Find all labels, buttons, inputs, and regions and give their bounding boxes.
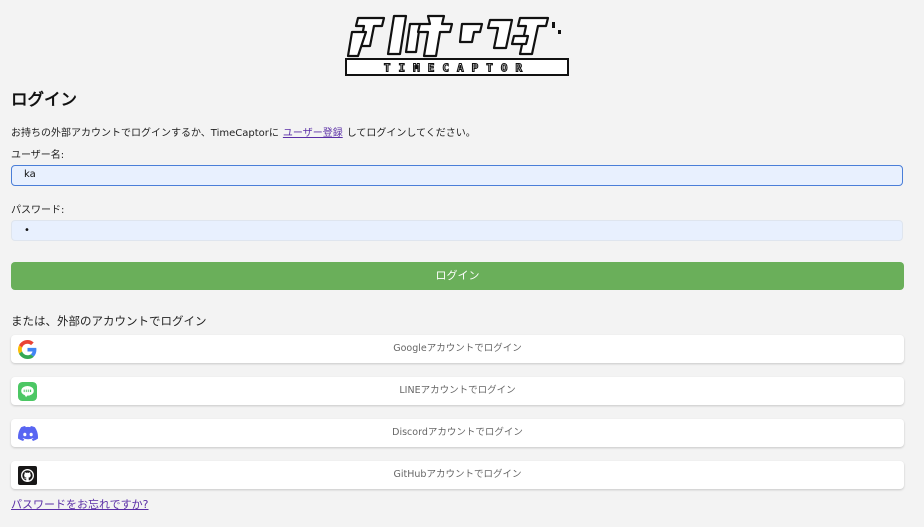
password-label: パスワード: xyxy=(11,205,65,216)
intro-text: お持ちの外部アカウントでログインするか、TimeCaptorに ユーザー登録 してロ… xyxy=(11,124,476,139)
line-icon xyxy=(18,382,37,401)
forgot-password-link[interactable]: パスワードをお忘れですか? xyxy=(11,496,149,512)
password-input[interactable]: • xyxy=(11,220,903,241)
discord-login-label: Discordアカウントでログイン xyxy=(392,427,523,438)
google-login-button[interactable]: Googleアカウントでログイン xyxy=(11,335,904,363)
github-icon xyxy=(18,466,37,485)
intro-before: お持ちの外部アカウントでログインするか、TimeCaptorに xyxy=(11,128,279,139)
discord-login-button[interactable]: Discordアカウントでログイン xyxy=(11,419,904,447)
intro-after: してログインしてください。 xyxy=(346,128,476,139)
line-login-button[interactable]: LINEアカウントでログイン xyxy=(11,377,904,405)
line-login-label: LINEアカウントでログイン xyxy=(399,385,516,396)
login-page: TIMECAPTOR ログイン お持ちの外部アカウントでログインするか、Time… xyxy=(0,0,924,527)
google-login-label: Googleアカウントでログイン xyxy=(393,343,522,354)
page-title: ログイン xyxy=(11,90,77,109)
discord-icon xyxy=(18,424,39,443)
github-login-button[interactable]: GitHubアカウントでログイン xyxy=(11,461,904,489)
register-link[interactable]: ユーザー登録 xyxy=(283,128,343,139)
username-label: ユーザー名: xyxy=(11,150,65,161)
external-login-heading: または、外部のアカウントでログイン xyxy=(11,314,207,328)
logo-graphic: TIMECAPTOR xyxy=(345,14,569,76)
google-icon xyxy=(18,340,37,359)
username-input[interactable]: ka xyxy=(11,165,903,186)
login-button[interactable]: ログイン xyxy=(11,262,904,290)
github-login-label: GitHubアカウントでログイン xyxy=(393,469,522,480)
logo-en-text: TIMECAPTOR xyxy=(384,62,530,75)
timecaptor-logo: TIMECAPTOR xyxy=(344,12,572,78)
